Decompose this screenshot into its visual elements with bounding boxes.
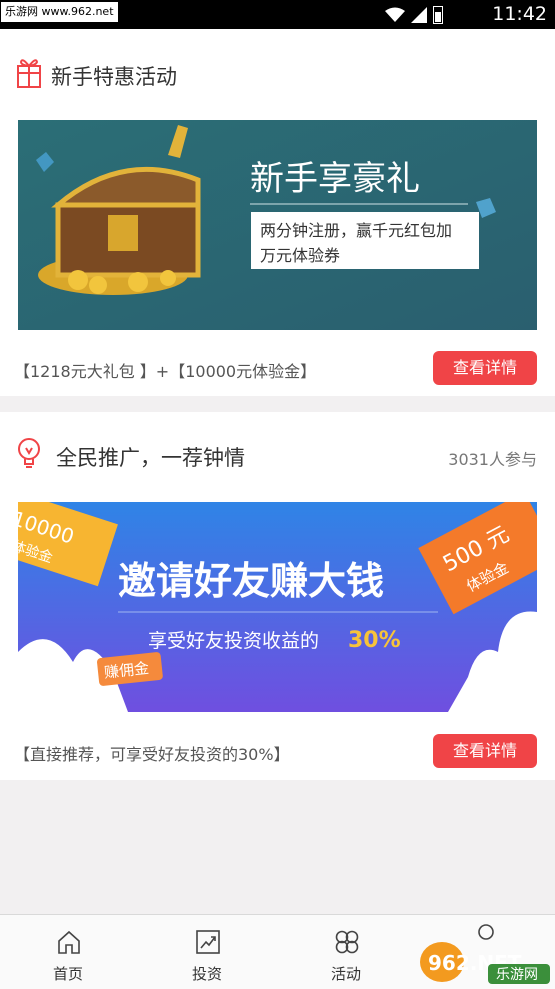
- card-title: 全民推广，一荐钟情: [56, 446, 245, 470]
- banner-headline: 新手享豪礼: [250, 159, 420, 199]
- signal-icon: [411, 7, 427, 23]
- svg-text:乐游网: 乐游网: [496, 967, 538, 983]
- view-details-button[interactable]: 查看详情: [433, 351, 537, 385]
- view-details-button[interactable]: 查看详情: [433, 734, 537, 768]
- participant-count: 3031人参与: [448, 450, 537, 469]
- watermark-label: 乐游网 www.962.net: [1, 2, 118, 22]
- status-bar: 乐游网 www.962.net 11:42: [0, 0, 555, 29]
- banner-subline-2: 万元体验券: [260, 246, 340, 265]
- tab-invest[interactable]: 投资: [157, 915, 257, 989]
- tab-label: 活动: [330, 965, 361, 983]
- chart-icon: [196, 930, 220, 954]
- banner-referral[interactable]: 10000 体验金 500 元 体验金 邀请好友赚大钱 享受好友投资收益的 30…: [18, 502, 537, 712]
- status-time: 11:42: [492, 3, 547, 25]
- tab-label: 投资: [191, 965, 222, 983]
- card-title: 新手特惠活动: [51, 65, 177, 89]
- wifi-icon: [385, 7, 405, 22]
- card-header: 新手特惠活动: [0, 29, 555, 119]
- banner-newbie[interactable]: 新手享豪礼 两分钟注册，赢千元红包加 万元体验券: [18, 120, 537, 330]
- battery-icon: [433, 6, 443, 24]
- card-header: 全民推广，一荐钟情 3031人参与: [0, 412, 555, 502]
- banner-highlight: 30%: [348, 628, 401, 653]
- watermark-logo: 962.NET 乐游网: [420, 942, 550, 984]
- banner-headline: 邀请好友赚大钱: [118, 559, 384, 603]
- card-description: 【1218元大礼包 】+【10000元体验金】: [14, 362, 317, 381]
- promo-card-referral: 全民推广，一荐钟情 3031人参与 10000 体验金 500 元 体验金 邀请…: [0, 412, 555, 780]
- tab-activities[interactable]: 活动: [296, 915, 396, 989]
- banner-subline-1: 两分钟注册，赢千元红包加: [260, 221, 452, 240]
- promo-card-newbie: 新手特惠活动 新手享豪礼 两分钟注册，赢千元红包加 万元体验券 【1218元大礼…: [0, 29, 555, 396]
- home-icon: [58, 930, 80, 954]
- clover-icon: [335, 930, 359, 954]
- tab-label: 首页: [52, 965, 83, 983]
- gift-icon: [17, 59, 41, 88]
- banner-subtext: 享受好友投资收益的: [148, 630, 319, 652]
- tab-home[interactable]: 首页: [18, 915, 118, 989]
- card-description: 【直接推荐，可享受好友投资的30%】: [14, 745, 290, 764]
- lightbulb-icon: [18, 438, 40, 468]
